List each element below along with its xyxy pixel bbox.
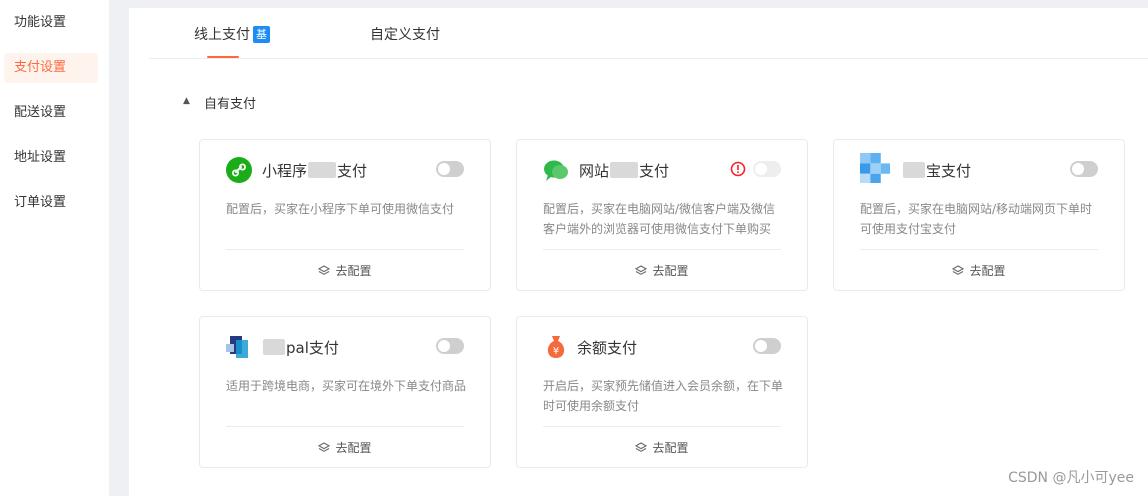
configure-label: 去配置 bbox=[652, 441, 689, 455]
card-title: 小程序 支付 bbox=[262, 160, 367, 181]
basic-badge: 基 bbox=[253, 26, 270, 43]
enable-toggle[interactable] bbox=[436, 161, 464, 177]
paypal-logo-icon bbox=[226, 336, 248, 358]
card-title-prefix: 网站 bbox=[579, 162, 610, 180]
tab-label: 线上支付 bbox=[194, 27, 250, 43]
layers-icon bbox=[635, 265, 648, 275]
tab-online-payment[interactable]: 线上支付基 bbox=[194, 24, 270, 44]
card-description: 适用于跨境电商，买家可在境外下单支付商品 bbox=[226, 379, 467, 393]
card-title: pal支付 bbox=[262, 337, 339, 358]
card-divider bbox=[226, 249, 464, 250]
layers-icon bbox=[318, 442, 331, 452]
configure-link[interactable]: 去配置 bbox=[834, 262, 1124, 279]
link-icon bbox=[226, 157, 252, 183]
card-divider bbox=[860, 249, 1098, 250]
card-title-prefix: 小程序 bbox=[262, 162, 308, 180]
blurred-text bbox=[903, 162, 925, 178]
card-title-suffix: 宝支付 bbox=[926, 162, 972, 180]
card-title: 余额支付 bbox=[577, 339, 638, 357]
layers-icon bbox=[952, 265, 965, 275]
configure-label: 去配置 bbox=[335, 264, 372, 278]
card-divider bbox=[543, 249, 781, 250]
enable-toggle[interactable] bbox=[1070, 161, 1098, 177]
card-title-suffix: 支付 bbox=[639, 162, 670, 180]
configure-link[interactable]: 去配置 bbox=[517, 262, 807, 279]
money-bag-glyph: ¥ bbox=[553, 346, 559, 357]
sidebar-item-order-settings[interactable]: 订单设置 bbox=[4, 188, 98, 218]
payment-card-miniprogram: 小程序 支付 配置后，买家在小程序下单可使用微信支付 去配置 bbox=[199, 139, 491, 291]
watermark: CSDN @凡小可yee bbox=[1008, 470, 1134, 486]
tab-custom-payment[interactable]: 自定义支付 bbox=[370, 24, 440, 44]
card-description: 开启后，买家预先储值进入会员余额，在下单时可使用余额支付 bbox=[543, 379, 784, 413]
blurred-text bbox=[308, 162, 337, 178]
configure-label: 去配置 bbox=[335, 441, 372, 455]
sidebar-item-delivery-settings[interactable]: 配送设置 bbox=[4, 98, 98, 128]
card-divider bbox=[226, 426, 464, 427]
card-description: 配置后，买家在小程序下单可使用微信支付 bbox=[226, 202, 455, 216]
payment-card-balance: ¥ 余额支付 开启后，买家预先储值进入会员余额，在下单时可使用余额支付 去配置 bbox=[516, 316, 808, 468]
money-bag-icon: ¥ bbox=[547, 336, 565, 358]
configure-link[interactable]: 去配置 bbox=[200, 439, 490, 456]
enable-toggle[interactable] bbox=[436, 338, 464, 354]
configure-label: 去配置 bbox=[969, 264, 1006, 278]
payment-card-paypal: pal支付 适用于跨境电商，买家可在境外下单支付商品 去配置 bbox=[199, 316, 491, 468]
card-title: 网站 支付 bbox=[579, 160, 669, 181]
section-title: 自有支付 bbox=[204, 97, 257, 112]
sidebar-item-function-settings[interactable]: 功能设置 bbox=[4, 8, 98, 38]
sidebar-item-address-settings[interactable]: 地址设置 bbox=[4, 143, 98, 173]
blurred-text bbox=[263, 339, 285, 355]
collapse-triangle-icon[interactable]: ▲ bbox=[183, 96, 190, 106]
configure-label: 去配置 bbox=[652, 264, 689, 278]
card-title-suffix: 支付 bbox=[337, 162, 368, 180]
warning-icon[interactable] bbox=[730, 161, 746, 177]
layers-icon bbox=[635, 442, 648, 452]
tab-divider bbox=[149, 58, 1148, 59]
layers-icon bbox=[318, 265, 331, 275]
main-panel: 线上支付基 自定义支付 ▲ 自有支付 小程序 支付 配置后，买家在小程序下单可使用… bbox=[129, 8, 1148, 496]
enable-toggle[interactable] bbox=[753, 338, 781, 354]
card-description: 配置后，买家在电脑网站/移动端网页下单时可使用支付宝支付 bbox=[860, 202, 1093, 236]
payment-card-alipay: 宝支付 配置后，买家在电脑网站/移动端网页下单时可使用支付宝支付 去配置 bbox=[833, 139, 1125, 291]
configure-link[interactable]: 去配置 bbox=[200, 262, 490, 279]
configure-link[interactable]: 去配置 bbox=[517, 439, 807, 456]
alipay-logo-icon bbox=[860, 153, 890, 183]
card-title-suffix: pal支付 bbox=[286, 339, 339, 357]
sidebar: 功能设置 支付设置 配送设置 地址设置 订单设置 bbox=[0, 0, 109, 496]
enable-toggle[interactable] bbox=[753, 161, 781, 177]
card-title: 宝支付 bbox=[902, 160, 971, 181]
payment-card-website: 网站 支付 配置后，买家在电脑网站/微信客户端及微信客户端外的浏览器可使用微信支付… bbox=[516, 139, 808, 291]
chat-bubble-icon bbox=[544, 160, 568, 181]
card-description: 配置后，买家在电脑网站/微信客户端及微信客户端外的浏览器可使用微信支付下单购买 bbox=[543, 202, 776, 236]
blurred-text bbox=[610, 162, 639, 178]
sidebar-item-payment-settings[interactable]: 支付设置 bbox=[4, 53, 98, 83]
card-divider bbox=[543, 426, 781, 427]
